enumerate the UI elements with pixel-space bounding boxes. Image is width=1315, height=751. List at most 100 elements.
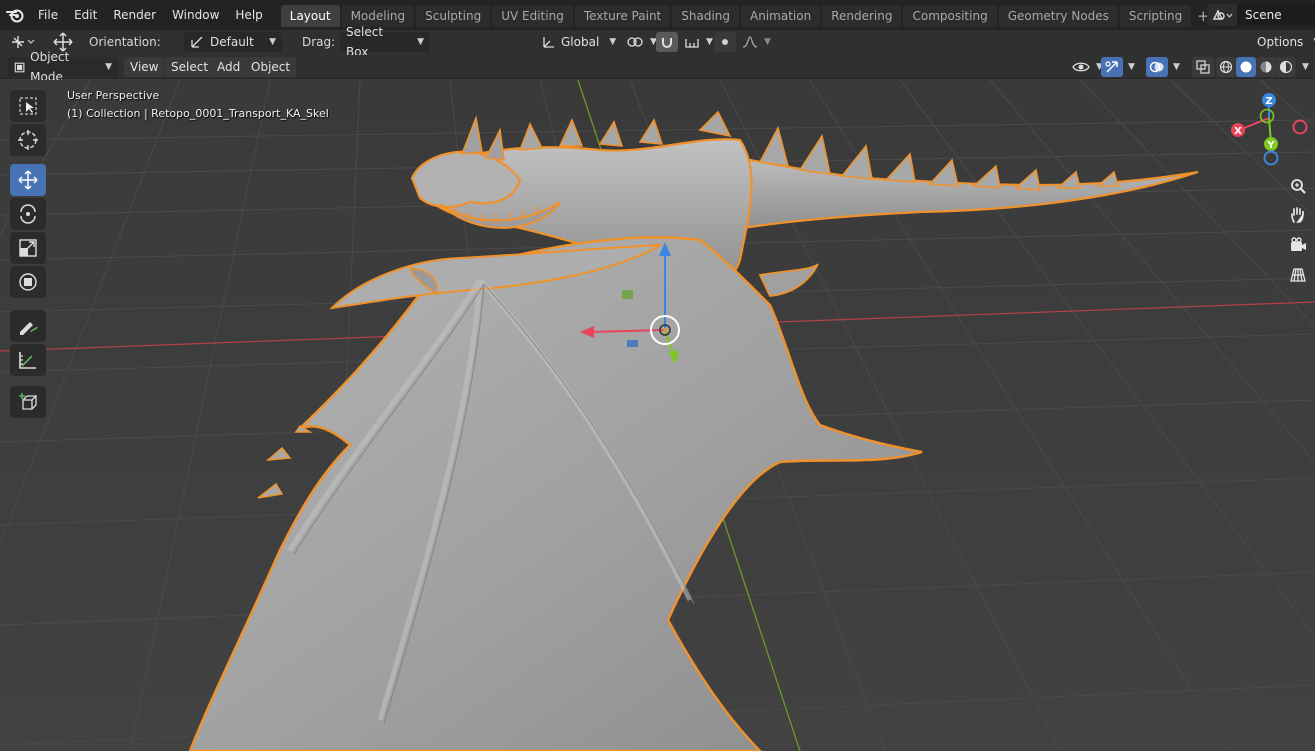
camera-icon	[1291, 237, 1306, 251]
scale-tool[interactable]	[10, 232, 46, 264]
tab-animation[interactable]: Animation	[741, 5, 821, 27]
add-cube-tool[interactable]	[10, 386, 46, 418]
xray-toggle[interactable]	[1192, 57, 1214, 77]
neg-y-axis-dot[interactable]	[1259, 108, 1275, 124]
gizmo-dropdown[interactable]: ▼	[1124, 57, 1135, 77]
gizmo-arrow-icon[interactable]	[1101, 57, 1123, 77]
pan-button[interactable]	[1285, 202, 1311, 228]
wireframe-sphere-icon[interactable]	[1216, 57, 1236, 77]
x-axis-label: X	[1234, 126, 1242, 137]
object-menu[interactable]: Object	[245, 57, 297, 77]
add-menu[interactable]: Add	[211, 57, 247, 77]
object-menu-label[interactable]: Object	[245, 57, 297, 77]
neg-x-axis-dot[interactable]	[1292, 119, 1308, 135]
navigation-gizmo[interactable]: Z X Y	[1222, 90, 1314, 172]
add-cube-icon	[19, 393, 37, 410]
proportional-editing-toggle[interactable]	[714, 32, 736, 52]
overlays-dropdown[interactable]: ▼	[1169, 57, 1180, 77]
view-menu-label[interactable]: View	[124, 57, 165, 77]
mode-dropdown[interactable]: Object Mode ▼	[8, 50, 118, 84]
tab-geometry-nodes[interactable]: Geometry Nodes	[998, 5, 1118, 27]
tab-compositing[interactable]: Compositing	[903, 5, 997, 27]
shading-material-button[interactable]	[1256, 57, 1276, 77]
falloff-dropdown[interactable]: ▼	[736, 32, 777, 52]
3d-cursor-icon	[18, 130, 38, 150]
add-menu-label[interactable]: Add	[211, 57, 247, 77]
orientation-dropdown[interactable]: Default ▼	[184, 32, 282, 52]
shading-rendered-button[interactable]	[1276, 57, 1296, 77]
view-menu[interactable]: View	[124, 57, 165, 77]
grid-perspective-icon	[1290, 268, 1306, 282]
viewport-scene[interactable]	[0, 80, 1315, 751]
zoom-button[interactable]	[1285, 173, 1311, 199]
rotate-icon	[20, 204, 36, 224]
collection-info-label: (1) Collection | Retopo_0001_Transport_K…	[67, 107, 329, 120]
menu-render[interactable]: Render	[105, 4, 164, 26]
move-arrows-icon	[18, 170, 38, 190]
snap-toggle[interactable]	[656, 32, 678, 52]
3d-viewport[interactable]: User Perspective (1) Collection | Retopo…	[0, 80, 1315, 751]
transform-orientation-dropdown[interactable]: Global ▼	[536, 32, 616, 52]
hand-icon	[1291, 207, 1304, 223]
chevron-down-icon: ▼	[269, 37, 276, 47]
tab-uv-editing[interactable]: UV Editing	[492, 5, 573, 27]
object-mode-icon	[14, 62, 25, 72]
select-menu[interactable]: Select	[165, 57, 215, 77]
scale-icon	[19, 239, 37, 257]
shading-wireframe-button[interactable]	[1216, 57, 1236, 77]
pencil-icon	[20, 322, 38, 335]
shading-solid-button[interactable]	[1236, 57, 1256, 77]
xray-icon[interactable]	[1192, 57, 1214, 77]
y-axis-label: Y	[1266, 140, 1275, 151]
menu-window[interactable]: Window	[164, 4, 227, 26]
select-menu-label[interactable]: Select	[165, 57, 215, 77]
overlays-icon[interactable]	[1146, 57, 1168, 77]
viewport-header: Object Mode ▼ View Select Add Object ▼ ▼…	[0, 50, 1315, 84]
gizmo-toggle[interactable]	[1101, 57, 1123, 77]
measure-tool[interactable]	[10, 344, 46, 376]
transform-tool[interactable]	[10, 266, 46, 298]
drag-dropdown[interactable]: Select Box ▼	[340, 25, 430, 59]
blender-logo-icon[interactable]	[0, 0, 30, 30]
rotate-tool[interactable]	[10, 198, 46, 230]
proportional-dot-icon[interactable]	[714, 32, 736, 52]
tab-rendering[interactable]: Rendering	[822, 5, 902, 27]
overlays-toggle[interactable]	[1146, 57, 1168, 77]
scene-browse-button[interactable]	[1207, 4, 1237, 26]
orientation-label: Orientation:	[89, 35, 161, 49]
solid-sphere-icon[interactable]	[1236, 57, 1256, 77]
menu-help[interactable]: Help	[227, 4, 270, 26]
menu-edit[interactable]: Edit	[66, 4, 105, 26]
neg-z-axis-dot[interactable]	[1263, 150, 1279, 166]
perspective-label: User Perspective	[67, 89, 160, 102]
options-dropdown[interactable]: Options ▼	[1251, 32, 1315, 52]
tab-layout[interactable]: Layout	[280, 5, 340, 27]
select-cursor-icon	[19, 97, 37, 115]
rendered-sphere-icon[interactable]	[1276, 57, 1296, 77]
chevron-down-icon: ▼	[417, 37, 424, 47]
annotate-tool[interactable]	[10, 310, 46, 342]
snap-magnet-icon[interactable]	[656, 32, 678, 52]
snap-target-dropdown[interactable]: ▼	[678, 32, 719, 52]
ortho-toggle-button[interactable]	[1285, 262, 1311, 288]
eye-icon	[1072, 62, 1090, 72]
tab-shading[interactable]: Shading	[672, 5, 739, 27]
tab-scripting[interactable]: Scripting	[1119, 5, 1192, 27]
tab-sculpting[interactable]: Sculpting	[416, 5, 491, 27]
scene-selector: Scene	[1207, 4, 1315, 26]
menu-file[interactable]: File	[30, 4, 66, 26]
transform-orientation-value: Global	[561, 35, 600, 49]
drag-label: Drag:	[302, 35, 336, 49]
scene-name-field[interactable]: Scene	[1237, 4, 1315, 26]
chevron-down-icon: ▼	[105, 62, 112, 72]
material-sphere-icon[interactable]	[1256, 57, 1276, 77]
tab-texture-paint[interactable]: Texture Paint	[574, 5, 671, 27]
options-label: Options	[1257, 35, 1304, 49]
snap-increment-icon	[685, 39, 699, 48]
move-tool[interactable]	[10, 164, 46, 196]
cursor-tool[interactable]	[10, 124, 46, 156]
camera-view-button[interactable]	[1285, 232, 1311, 258]
select-box-tool[interactable]	[10, 90, 46, 122]
chevron-down-icon: ▼	[764, 37, 771, 47]
shading-dropdown[interactable]: ▼	[1298, 57, 1309, 77]
